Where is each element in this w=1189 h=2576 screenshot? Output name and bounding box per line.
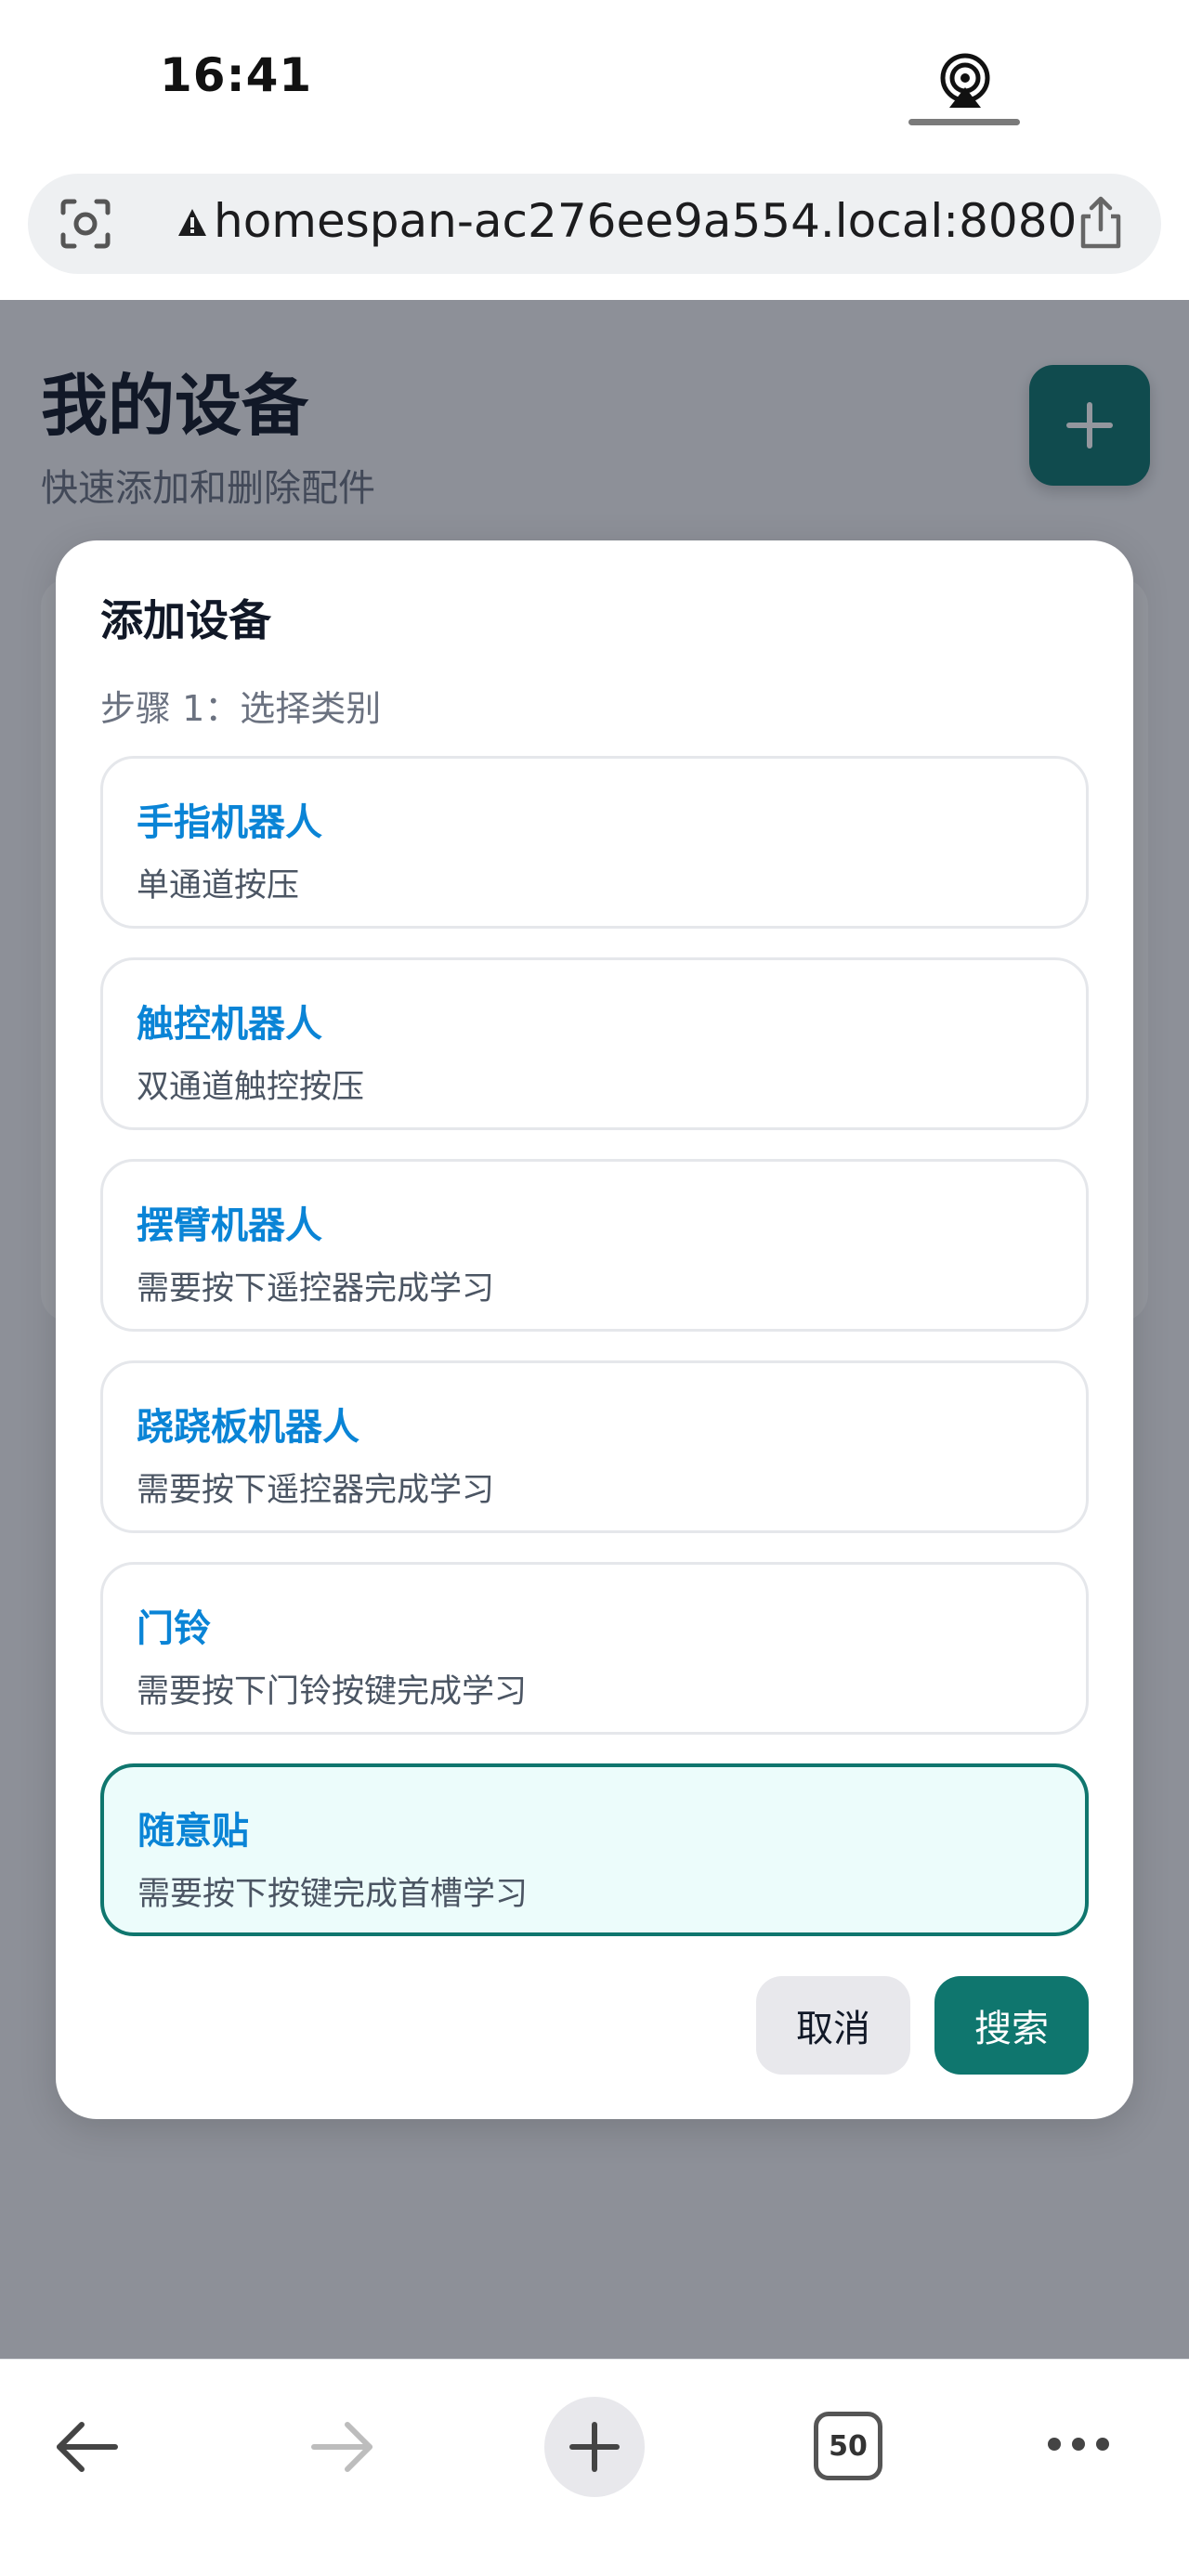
modal-step-label: 步骤 1：选择类别	[100, 688, 382, 729]
search-button[interactable]: 搜索	[934, 1976, 1089, 2075]
option-desc: 需要按下遥控器完成学习	[137, 1270, 495, 1308]
option-name: 摆臂机器人	[137, 1204, 322, 1247]
new-tab-button[interactable]	[544, 2397, 645, 2497]
url-text[interactable]: homespan-ac276ee9a554.local:8080	[214, 194, 1077, 248]
option-name: 门铃	[137, 1607, 211, 1650]
category-option[interactable]: 触控机器人 双通道触控按压	[100, 957, 1089, 1130]
modal-actions: 取消 搜索	[756, 1976, 1089, 2075]
back-arrow-icon[interactable]	[52, 2412, 123, 2482]
option-desc: 单通道按压	[137, 867, 300, 904]
tabs-icon[interactable]: 50	[814, 2412, 882, 2480]
url-bar[interactable]: homespan-ac276ee9a554.local:8080	[28, 174, 1161, 274]
option-name: 触控机器人	[137, 1003, 322, 1046]
add-device-modal: 添加设备 步骤 1：选择类别 手指机器人 单通道按压 触控机器人 双通道触控按压…	[56, 540, 1133, 2119]
browser-toolbar: 50	[0, 2359, 1189, 2576]
category-option[interactable]: 跷跷板机器人 需要按下遥控器完成学习	[100, 1360, 1089, 1533]
option-name: 随意贴	[137, 1810, 249, 1853]
category-option[interactable]: 门铃 需要按下门铃按键完成学习	[100, 1562, 1089, 1735]
option-desc: 需要按下按键完成首槽学习	[137, 1876, 529, 1913]
airplay-underline	[908, 119, 1020, 125]
option-desc: 需要按下遥控器完成学习	[137, 1472, 495, 1509]
category-option[interactable]: 摆臂机器人 需要按下遥控器完成学习	[100, 1159, 1089, 1332]
share-icon[interactable]	[1072, 194, 1130, 252]
modal-title: 添加设备	[100, 595, 271, 645]
plus-icon	[569, 2422, 620, 2472]
airplay-icon[interactable]	[936, 52, 994, 110]
option-desc: 双通道触控按压	[137, 1069, 365, 1106]
category-option-selected[interactable]: 随意贴 需要按下按键完成首槽学习	[100, 1763, 1089, 1936]
warning-icon	[178, 209, 206, 236]
category-option-list: 手指机器人 单通道按压 触控机器人 双通道触控按压 摆臂机器人 需要按下遥控器完…	[100, 756, 1089, 1965]
option-name: 手指机器人	[137, 801, 322, 844]
lens-icon[interactable]	[59, 198, 111, 250]
option-desc: 需要按下门铃按键完成学习	[137, 1673, 528, 1711]
status-time: 16:41	[160, 48, 313, 102]
cancel-button[interactable]: 取消	[756, 1976, 910, 2075]
status-bar: 16:41	[0, 0, 1189, 167]
more-icon[interactable]	[1046, 2430, 1111, 2458]
option-name: 跷跷板机器人	[137, 1406, 359, 1449]
category-option[interactable]: 手指机器人 单通道按压	[100, 756, 1089, 929]
forward-arrow-icon[interactable]	[307, 2412, 377, 2482]
